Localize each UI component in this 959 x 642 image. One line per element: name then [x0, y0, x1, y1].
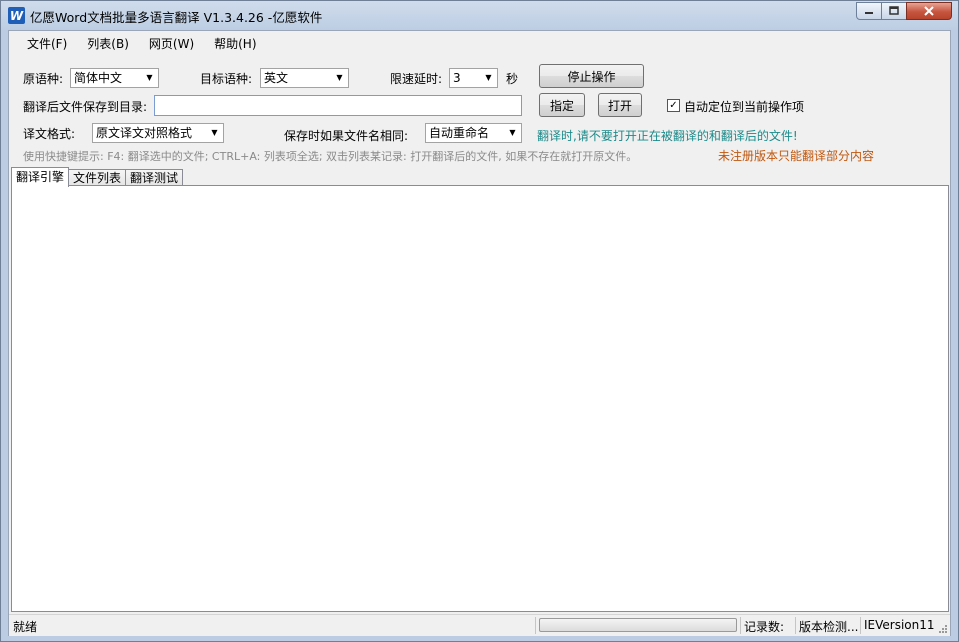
format-select[interactable]: 原文译文对照格式 ▼: [92, 123, 224, 143]
auto-locate-checkbox[interactable]: ✓: [667, 99, 680, 112]
menu-file[interactable]: 文件(F): [17, 32, 77, 55]
window-title: 亿愿Word文档批量多语言翻译 V1.3.4.26 -亿愿软件: [30, 10, 323, 25]
target-lang-value: 英文: [264, 71, 289, 85]
save-dir-input[interactable]: [154, 95, 522, 116]
format-value: 原文译文对照格式: [96, 126, 193, 140]
ie-version: IEVersion11: [864, 618, 935, 632]
app-window: W 亿愿Word文档批量多语言翻译 V1.3.4.26 -亿愿软件 文件(F) …: [0, 0, 959, 642]
status-bar: 就绪 记录数: 版本检测... IEVersion11: [9, 614, 950, 636]
chevron-down-icon: ▼: [211, 128, 218, 137]
maximize-button[interactable]: [881, 2, 907, 20]
close-button[interactable]: [906, 2, 952, 20]
menu-bar: 文件(F) 列表(B) 网页(W) 帮助(H): [9, 31, 950, 55]
stop-button[interactable]: 停止操作: [539, 64, 644, 88]
minimize-icon: [865, 12, 873, 14]
version-check: 版本检测...: [799, 620, 859, 634]
auto-locate-label: 自动定位到当前操作项: [684, 100, 805, 114]
chevron-down-icon: ▼: [485, 73, 492, 82]
tab-engine[interactable]: 翻译引擎: [11, 167, 70, 187]
menu-web[interactable]: 网页(W): [139, 32, 204, 55]
delay-label: 限速延时:: [390, 72, 443, 86]
progress-bar: [539, 618, 737, 632]
target-lang-select[interactable]: 英文 ▼: [260, 68, 349, 88]
chevron-down-icon: ▼: [336, 73, 343, 82]
tab-file-list[interactable]: 文件列表: [68, 169, 127, 186]
chevron-down-icon: ▼: [509, 128, 516, 137]
source-lang-value: 简体中文: [74, 71, 123, 85]
delay-select[interactable]: 3 ▼: [449, 68, 498, 88]
target-lang-label: 目标语种:: [200, 72, 253, 86]
specify-button[interactable]: 指定: [539, 93, 585, 117]
resize-grip-icon[interactable]: [937, 623, 948, 634]
menu-list[interactable]: 列表(B): [77, 32, 139, 55]
chevron-down-icon: ▼: [146, 73, 153, 82]
record-count-label: 记录数:: [744, 620, 785, 634]
shortcut-hint: 使用快捷键提示: F4: 翻译选中的文件; CTRL+A: 列表项全选; 双击列…: [23, 150, 638, 163]
title-bar[interactable]: W 亿愿Word文档批量多语言翻译 V1.3.4.26 -亿愿软件: [1, 1, 958, 30]
client-area: 文件(F) 列表(B) 网页(W) 帮助(H) 原语种: 简体中文 ▼ 目标语种…: [8, 30, 951, 636]
maximize-icon: [889, 6, 899, 15]
same-name-select[interactable]: 自动重命名 ▼: [425, 123, 522, 143]
same-name-label: 保存时如果文件名相同:: [284, 129, 409, 143]
same-name-value: 自动重命名: [429, 126, 490, 140]
save-dir-label: 翻译后文件保存到目录:: [23, 100, 148, 114]
menu-help[interactable]: 帮助(H): [204, 32, 266, 55]
minimize-button[interactable]: [856, 2, 882, 20]
app-logo-icon: W: [8, 7, 25, 24]
tab-panel[interactable]: [11, 185, 949, 612]
close-icon: [924, 6, 934, 16]
status-state: 就绪: [13, 620, 38, 634]
format-label: 译文格式:: [23, 127, 76, 141]
svg-text:W: W: [10, 9, 24, 23]
tab-translate-test[interactable]: 翻译测试: [125, 169, 184, 186]
source-lang-select[interactable]: 简体中文 ▼: [70, 68, 159, 88]
source-lang-label: 原语种:: [23, 72, 64, 86]
open-button[interactable]: 打开: [598, 93, 642, 117]
delay-unit: 秒: [506, 72, 519, 86]
tab-strip: 翻译引擎 文件列表 翻译测试: [11, 167, 184, 187]
delay-value: 3: [453, 71, 461, 85]
warning-text: 翻译时,请不要打开正在被翻译的和翻译后的文件!: [537, 129, 798, 143]
unregistered-notice: 未注册版本只能翻译部分内容: [718, 149, 875, 163]
